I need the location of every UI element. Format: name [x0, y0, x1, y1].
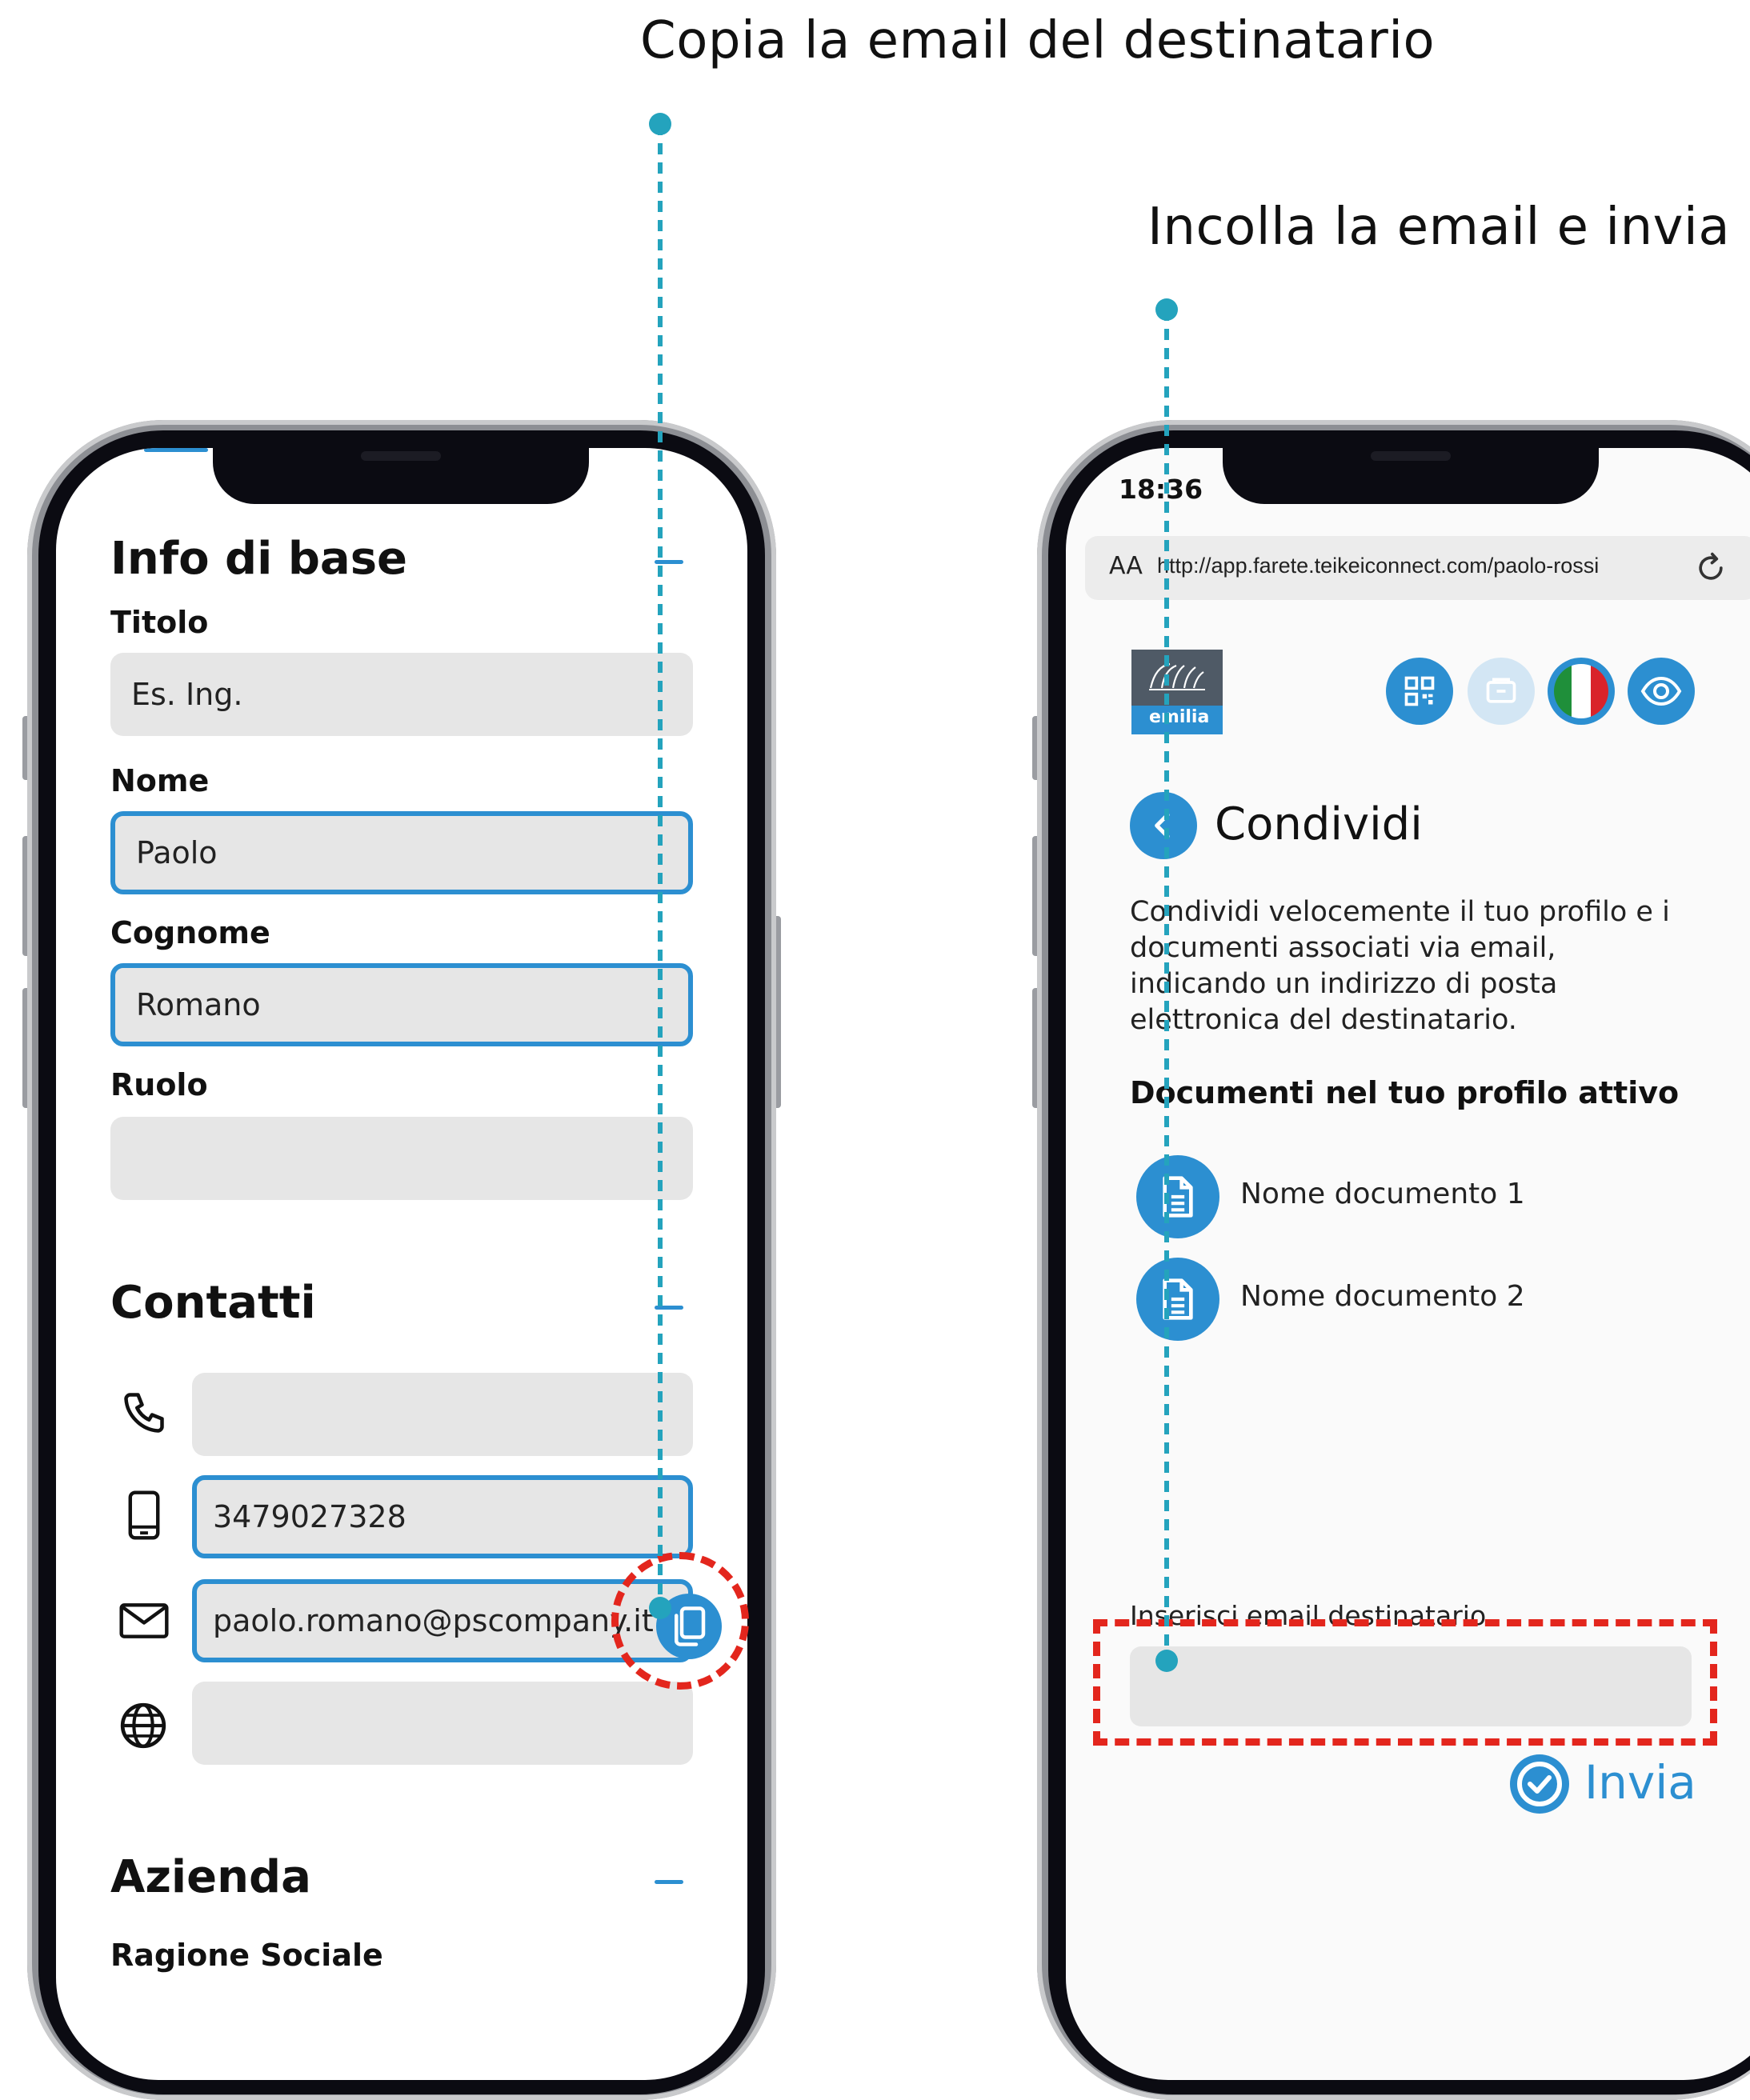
guide-dot: [1155, 1650, 1178, 1672]
guide-dot: [649, 1597, 671, 1619]
guide-dot: [1155, 298, 1178, 321]
guide-lines: [649, 113, 1178, 1672]
guide-dot: [649, 113, 671, 135]
